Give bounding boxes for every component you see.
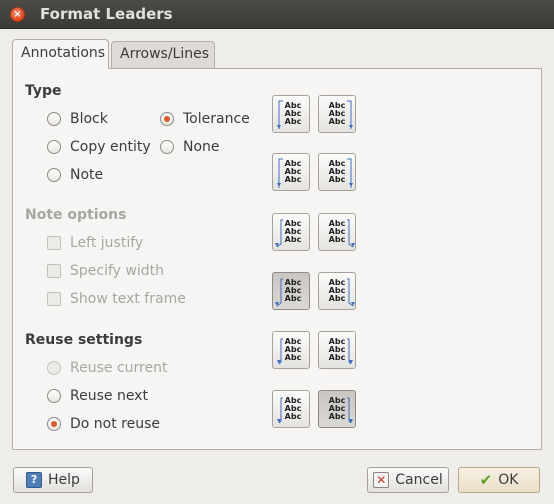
option-label: Note	[70, 167, 104, 183]
radio-none[interactable]	[160, 140, 174, 154]
radio-reuse-current[interactable]	[47, 361, 61, 375]
help-button[interactable]: ? Help	[13, 467, 93, 493]
leader-style-button-1[interactable]: Abc Abc Abc	[272, 95, 310, 133]
option-label: None	[183, 139, 220, 155]
leader-style-button-10[interactable]: Abc Abc Abc	[318, 331, 356, 369]
leader-style-button-11[interactable]: Abc Abc Abc	[272, 390, 310, 428]
radio-block[interactable]	[47, 112, 61, 126]
reuse-option-do-not-reuse[interactable]: Do not reuse	[47, 413, 160, 435]
title-bar: × Format Leaders	[0, 0, 554, 29]
leader-style-icon: AbcAbcAbc	[275, 219, 302, 248]
svg-text:Abc: Abc	[285, 117, 302, 126]
option-label: Reuse next	[70, 388, 148, 404]
svg-text:Abc: Abc	[329, 117, 346, 126]
svg-text:Abc: Abc	[329, 235, 346, 244]
leader-style-icon: AbcAbcAbc	[329, 158, 353, 188]
option-label: Show text frame	[70, 291, 186, 307]
tab-label: Annotations	[21, 45, 106, 61]
leader-style-icon: AbcAbcAbc	[277, 158, 302, 188]
option-label: Do not reuse	[70, 416, 161, 432]
leader-style-icon: AbcAbcAbc	[329, 219, 355, 248]
note-option-left-justify[interactable]: Left justify	[47, 232, 143, 254]
option-label: Block	[70, 111, 108, 127]
tab-label: Arrows/Lines	[120, 46, 210, 62]
option-label: Specify width	[70, 263, 164, 279]
cancel-icon: ✕	[373, 472, 390, 488]
leader-style-button-8[interactable]: Abc Abc Abc	[318, 272, 356, 310]
radio-copy-entity[interactable]	[47, 140, 61, 154]
note-option-specify-width[interactable]: Specify width	[47, 260, 164, 282]
checkmark-icon: ✔	[479, 471, 493, 489]
window-title: Format Leaders	[40, 5, 173, 23]
help-icon: ?	[26, 472, 43, 488]
leader-style-button-12[interactable]: Abc Abc Abc	[318, 390, 356, 428]
leader-style-button-5[interactable]: Abc Abc Abc	[272, 213, 310, 251]
option-label: Copy entity	[70, 139, 151, 155]
leader-style-icon: AbcAbcAbc	[329, 278, 355, 307]
cancel-label: Cancel	[395, 472, 443, 488]
type-option-block[interactable]: Block	[47, 108, 108, 130]
checkbox-show-text-frame[interactable]	[47, 292, 61, 306]
leader-style-button-7[interactable]: Abc Abc Abc	[272, 272, 310, 310]
tab-annotations[interactable]: Annotations	[12, 39, 109, 69]
option-label: Reuse current	[70, 360, 168, 376]
svg-text:Abc: Abc	[329, 175, 346, 184]
leader-style-icon: AbcAbcAbc	[329, 337, 353, 365]
svg-text:Abc: Abc	[329, 294, 346, 303]
leader-style-icon: AbcAbcAbc	[277, 396, 302, 424]
reuse-option-next[interactable]: Reuse next	[47, 385, 148, 407]
svg-text:Abc: Abc	[285, 235, 302, 244]
cancel-button[interactable]: ✕ Cancel	[367, 467, 449, 493]
leader-style-button-2[interactable]: Abc Abc Abc	[318, 95, 356, 133]
leader-style-button-4[interactable]: Abc Abc Abc	[318, 153, 356, 191]
svg-text:Abc: Abc	[285, 353, 302, 362]
radio-do-not-reuse[interactable]	[47, 417, 61, 431]
leader-style-icon: AbcAbcAbc	[329, 100, 353, 129]
leader-style-icon: AbcAbcAbc	[277, 337, 302, 365]
type-heading: Type	[25, 83, 62, 99]
tab-arrows-lines[interactable]: Arrows/Lines	[111, 41, 215, 68]
help-label: Help	[48, 472, 80, 488]
leader-style-button-9[interactable]: Abc Abc Abc	[272, 331, 310, 369]
close-window-button[interactable]: ×	[10, 7, 25, 22]
ok-label: OK	[498, 472, 519, 488]
leader-style-icon: AbcAbcAbc	[277, 100, 302, 129]
radio-reuse-next[interactable]	[47, 389, 61, 403]
type-option-tolerance[interactable]: Tolerance	[160, 108, 250, 130]
leader-style-icon: AbcAbcAbc	[329, 396, 353, 424]
leader-style-button-3[interactable]: Abc Abc Abc	[272, 153, 310, 191]
svg-text:Abc: Abc	[285, 175, 302, 184]
svg-text:Abc: Abc	[285, 294, 302, 303]
svg-text:Abc: Abc	[329, 353, 346, 362]
note-option-show-text-frame[interactable]: Show text frame	[47, 288, 186, 310]
type-option-note[interactable]: Note	[47, 164, 103, 186]
svg-text:Abc: Abc	[285, 412, 302, 421]
radio-tolerance[interactable]	[160, 112, 174, 126]
type-option-copy-entity[interactable]: Copy entity	[47, 136, 151, 158]
type-option-none[interactable]: None	[160, 136, 220, 158]
leader-style-button-6[interactable]: Abc Abc Abc	[318, 213, 356, 251]
ok-button[interactable]: ✔ OK	[458, 467, 540, 493]
svg-text:Abc: Abc	[329, 412, 346, 421]
checkbox-specify-width[interactable]	[47, 264, 61, 278]
option-label: Left justify	[70, 235, 144, 251]
radio-note[interactable]	[47, 168, 61, 182]
option-label: Tolerance	[183, 111, 250, 127]
leader-style-icon: AbcAbcAbc	[275, 278, 302, 307]
note-options-heading: Note options	[25, 207, 127, 223]
reuse-option-current[interactable]: Reuse current	[47, 357, 167, 379]
checkbox-left-justify[interactable]	[47, 236, 61, 250]
reuse-settings-heading: Reuse settings	[25, 332, 143, 348]
